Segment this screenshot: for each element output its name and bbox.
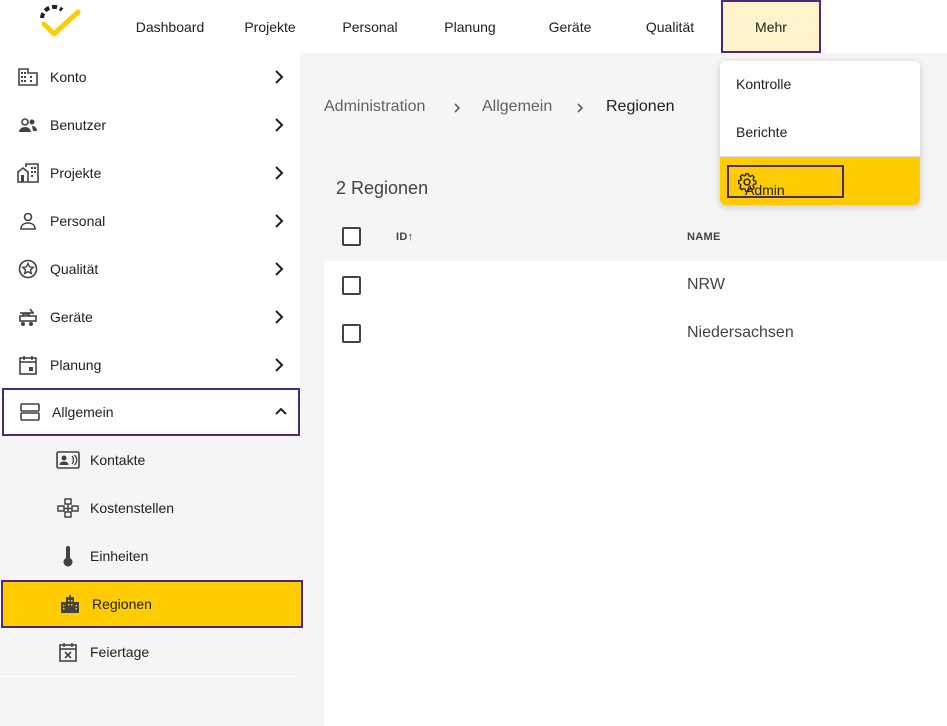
sidebar-item-label: Geräte	[50, 309, 93, 325]
sidebar-subitem-kontakte[interactable]: Kontakte	[0, 436, 300, 484]
more-menu: Kontrolle Berichte Admin	[720, 61, 920, 205]
nav-planung-label: Planung	[444, 18, 496, 35]
top-navigation: Dashboard Projekte Personal Planung Gerä…	[0, 0, 947, 53]
nav-qualitaet-label: Qualität	[645, 18, 695, 35]
contact-card-icon	[56, 449, 80, 471]
nav-planung[interactable]: Planung	[420, 0, 520, 53]
nav-projekte[interactable]: Projekte	[220, 0, 320, 53]
chevron-right-icon	[275, 118, 284, 132]
person-icon	[17, 210, 39, 232]
chevron-right-icon	[577, 103, 584, 113]
sidebar-subitem-kostenstellen[interactable]: Kostenstellen	[0, 484, 300, 532]
admin-highlight[interactable]: Admin	[727, 165, 844, 198]
table-title: 2 Regionen	[336, 178, 429, 198]
nav-personal-label: Personal	[342, 18, 398, 35]
sidebar-item-planung[interactable]: Planung	[0, 341, 300, 389]
sort-ascending-icon: ↑	[407, 231, 414, 243]
sidebar-item-label: Konto	[50, 69, 87, 85]
chevron-right-icon	[275, 262, 284, 276]
row-checkbox[interactable]	[342, 324, 361, 343]
sidebar-item-projekte[interactable]: Projekte	[0, 149, 300, 197]
column-header-name[interactable]: NAME	[687, 231, 721, 243]
chevron-right-icon	[275, 70, 284, 84]
sidebar-item-label: Benutzer	[50, 117, 107, 133]
sidebar-subitem-label: Regionen	[92, 596, 152, 612]
sidebar-item-konto[interactable]: Konto	[0, 53, 300, 101]
chevron-right-icon	[275, 214, 284, 228]
nav-personal[interactable]: Personal	[320, 0, 420, 53]
sidebar-subitem-regionen[interactable]: Regionen	[1, 580, 303, 628]
sidebar-item-benutzer[interactable]: Benutzer	[0, 101, 300, 149]
nav-geraete-label: Geräte	[548, 18, 592, 35]
sidebar-footer-space	[0, 677, 300, 726]
column-header-id[interactable]: ID↑	[396, 231, 413, 243]
sidebar-item-qualitaet[interactable]: Qualität	[0, 245, 300, 293]
row-name: Niedersachsen	[687, 324, 794, 341]
storage-icon	[19, 401, 41, 423]
sidebar-item-label: Planung	[50, 357, 102, 373]
menu-item-kontrolle[interactable]: Kontrolle	[720, 61, 920, 109]
sidebar-subitem-label: Feiertage	[90, 644, 150, 660]
sidebar-subitem-einheiten[interactable]: Einheiten	[0, 532, 300, 580]
nav-mehr-label: Mehr	[755, 18, 787, 35]
chevron-up-icon	[275, 407, 287, 415]
calendar-icon	[17, 354, 39, 376]
breadcrumb-administration[interactable]: Administration	[324, 98, 425, 116]
breadcrumb-regionen: Regionen	[606, 98, 675, 115]
breadcrumb-allgemein[interactable]: Allgemein	[482, 98, 552, 116]
row-name: NRW	[687, 276, 725, 293]
chevron-right-icon	[454, 103, 461, 113]
sidebar-item-label: Qualität	[50, 261, 99, 277]
chevron-right-icon	[275, 166, 284, 180]
sidebar-item-personal[interactable]: Personal	[0, 197, 300, 245]
projects-icon	[17, 162, 39, 184]
sidebar: Konto Benutzer Projekte Personal Qualitä…	[0, 53, 303, 677]
sidebar-item-label: Projekte	[50, 165, 102, 181]
table-row[interactable]: Niedersachsen	[324, 309, 947, 357]
table-header: ID↑ NAME	[324, 213, 947, 261]
hierarchy-icon	[56, 497, 80, 519]
sidebar-subitem-label: Einheiten	[90, 548, 149, 564]
sidebar-subitem-feiertage[interactable]: Feiertage	[0, 628, 300, 676]
regions-table: ID↑ NAME NRW Niedersachsen	[324, 213, 947, 726]
sidebar-item-allgemein[interactable]: Allgemein	[2, 388, 300, 436]
nav-dashboard-label: Dashboard	[135, 18, 205, 35]
nav-geraete[interactable]: Geräte	[520, 0, 620, 53]
thermometer-icon	[56, 545, 80, 567]
building-icon	[17, 66, 39, 88]
chevron-right-icon	[275, 310, 284, 324]
menu-item-label: Admin	[745, 182, 785, 198]
users-icon	[17, 114, 39, 136]
nav-mehr[interactable]: Mehr	[721, 0, 821, 53]
nav-dashboard[interactable]: Dashboard	[120, 0, 220, 53]
sidebar-item-geraete[interactable]: Geräte	[0, 293, 300, 341]
sidebar-subitem-label: Kontakte	[90, 452, 146, 468]
nav-projekte-label: Projekte	[244, 18, 296, 35]
check-logo-icon[interactable]	[38, 4, 82, 38]
equipment-icon	[17, 306, 39, 328]
chevron-right-icon	[275, 358, 284, 372]
column-header-id-label: ID	[396, 231, 408, 243]
sidebar-item-label: Personal	[50, 213, 106, 229]
calendar-x-icon	[56, 641, 80, 663]
quality-star-icon	[17, 258, 39, 280]
city-icon	[58, 593, 82, 615]
sidebar-subitem-label: Kostenstellen	[90, 500, 175, 516]
nav-qualitaet[interactable]: Qualität	[620, 0, 720, 53]
table-row[interactable]: NRW	[324, 261, 947, 309]
sidebar-item-label: Allgemein	[52, 404, 114, 420]
select-all-checkbox[interactable]	[342, 227, 361, 246]
menu-item-berichte[interactable]: Berichte	[720, 109, 920, 157]
menu-item-admin[interactable]: Admin	[720, 157, 920, 205]
menu-item-label: Berichte	[736, 124, 788, 140]
menu-item-label: Kontrolle	[736, 76, 792, 92]
row-checkbox[interactable]	[342, 276, 361, 295]
